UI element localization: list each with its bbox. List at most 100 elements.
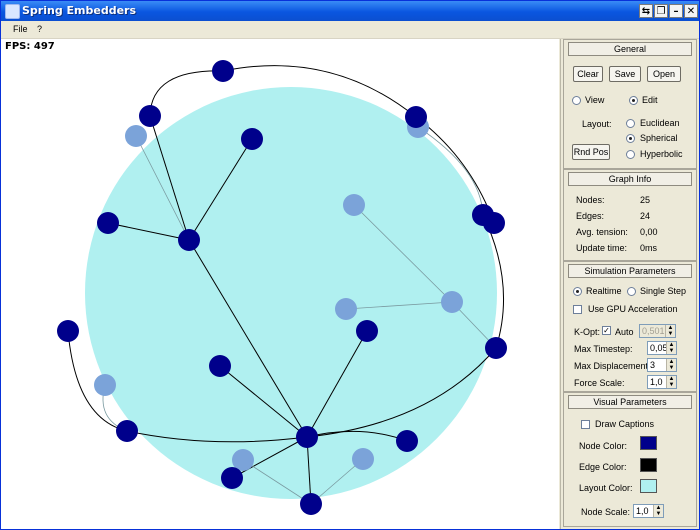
fps-label: FPS: (5, 41, 31, 52)
graph-node-back[interactable] (335, 298, 357, 320)
clear-button[interactable]: Clear (573, 66, 603, 82)
graph-node[interactable] (405, 106, 427, 128)
force-value: 1,0 (650, 377, 663, 387)
graph-node[interactable] (221, 467, 243, 489)
realtime-label: Realtime (586, 286, 622, 296)
gpu-checkbox[interactable] (573, 305, 582, 314)
node-scale-input[interactable]: 1,0 ▲ ▼ (633, 504, 664, 518)
rnd-pos-button[interactable]: Rnd Pos (572, 144, 610, 160)
graph-node[interactable] (57, 320, 79, 342)
layout-sphere (85, 87, 497, 499)
open-button[interactable]: Open (647, 66, 681, 82)
tension-value: 0,00 (640, 227, 658, 237)
update-value: 0ms (640, 243, 658, 253)
graph-svg[interactable] (1, 39, 559, 529)
realtime-radio[interactable] (573, 287, 582, 296)
view-label: View (585, 95, 605, 105)
graph-node-back[interactable] (441, 291, 463, 313)
node-scale-label: Node Scale: (581, 507, 631, 517)
displacement-label: Max Displacement: (574, 361, 651, 371)
graph-node[interactable] (356, 320, 378, 342)
kopt-label: K-Opt: (574, 327, 601, 337)
timestep-input[interactable]: 0,05 ▲ ▼ (647, 341, 677, 355)
close-button[interactable]: ✕ (684, 4, 698, 18)
fps-counter: FPS: 497 (5, 41, 55, 52)
graph-canvas[interactable]: FPS: 497 (1, 39, 559, 529)
edit-radio[interactable] (629, 96, 638, 105)
simulation-group: Simulation Parameters Realtime Single St… (563, 261, 697, 392)
menu-bar: File ? (1, 21, 699, 39)
graph-node[interactable] (139, 105, 161, 127)
edit-label: Edit (642, 95, 658, 105)
edge-color-label: Edge Color: (579, 462, 627, 472)
graph-node[interactable] (396, 430, 418, 452)
graph-node[interactable] (485, 337, 507, 359)
restore-icon[interactable]: ❐ (654, 4, 668, 18)
timestep-label: Max Timestep: (574, 344, 633, 354)
force-label: Force Scale: (574, 378, 625, 388)
graph-node[interactable] (296, 426, 318, 448)
graph-node[interactable] (212, 60, 234, 82)
euclidean-radio[interactable] (626, 119, 635, 128)
app-window: Spring Embedders ⇆ ❐ – ✕ File ? FPS: 497… (0, 0, 700, 530)
graph-node-back[interactable] (94, 374, 116, 396)
force-spinner[interactable]: ▲ ▼ (666, 376, 676, 388)
graph-node[interactable] (178, 229, 200, 251)
displacement-spinner[interactable]: ▲ ▼ (666, 359, 676, 371)
title-bar[interactable]: Spring Embedders ⇆ ❐ – ✕ (1, 1, 699, 21)
menu-help[interactable]: ? (37, 24, 42, 34)
graph-node[interactable] (241, 128, 263, 150)
node-color-swatch[interactable] (640, 436, 657, 450)
general-header: General (568, 42, 692, 56)
single-step-label: Single Step (640, 286, 687, 296)
timestep-spinner[interactable]: ▲ ▼ (666, 342, 676, 354)
displacement-input[interactable]: 3 ▲ ▼ (647, 358, 677, 372)
euclidean-label: Euclidean (640, 118, 680, 128)
displacement-value: 3 (650, 360, 656, 370)
graph-node[interactable] (97, 212, 119, 234)
simulation-header: Simulation Parameters (568, 264, 692, 278)
pin-icon[interactable]: ⇆ (639, 4, 653, 18)
edge-color-swatch[interactable] (640, 458, 657, 472)
window-title: Spring Embedders (22, 4, 137, 17)
graph-node[interactable] (209, 355, 231, 377)
auto-checkbox[interactable]: ✓ (602, 326, 611, 335)
spherical-label: Spherical (640, 133, 678, 143)
fps-value: 497 (33, 41, 55, 52)
nodes-label: Nodes: (576, 195, 605, 205)
graph-node-back[interactable] (343, 194, 365, 216)
save-button[interactable]: Save (609, 66, 641, 82)
force-input[interactable]: 1,0 ▲ ▼ (647, 375, 677, 389)
layout-color-label: Layout Color: (579, 483, 633, 493)
visual-header: Visual Parameters (568, 395, 692, 409)
menu-file[interactable]: File (13, 24, 28, 34)
general-group: General Clear Save Open View Edit Layout… (563, 39, 697, 169)
captions-label: Draw Captions (595, 419, 655, 429)
side-panel: General Clear Save Open View Edit Layout… (560, 39, 699, 529)
kopt-input: 0,501 ▲ ▼ (639, 324, 676, 338)
edges-value: 24 (640, 211, 651, 221)
graph-info-group: Graph Info Nodes: 25 Edges: 24 Avg. tens… (563, 169, 697, 261)
captions-checkbox[interactable] (581, 420, 590, 429)
app-icon (5, 4, 20, 19)
spherical-radio[interactable] (626, 134, 635, 143)
graph-node-back[interactable] (352, 448, 374, 470)
visual-group: Visual Parameters Draw Captions Node Col… (563, 392, 697, 527)
minimize-button[interactable]: – (669, 4, 683, 18)
layout-label: Layout: (582, 119, 612, 129)
graph-node[interactable] (300, 493, 322, 515)
edges-label: Edges: (576, 211, 605, 221)
node-scale-spinner[interactable]: ▲ ▼ (653, 505, 663, 517)
kopt-value: 0,501 (642, 326, 665, 336)
hyperbolic-radio[interactable] (626, 150, 635, 159)
auto-label: Auto (615, 327, 634, 337)
node-color-label: Node Color: (579, 441, 628, 451)
layout-color-swatch[interactable] (640, 479, 657, 493)
graph-node-back[interactable] (125, 125, 147, 147)
node-scale-value: 1,0 (636, 506, 649, 516)
update-label: Update time: (576, 243, 628, 253)
single-step-radio[interactable] (627, 287, 636, 296)
view-radio[interactable] (572, 96, 581, 105)
graph-node[interactable] (116, 420, 138, 442)
graph-node[interactable] (483, 212, 505, 234)
